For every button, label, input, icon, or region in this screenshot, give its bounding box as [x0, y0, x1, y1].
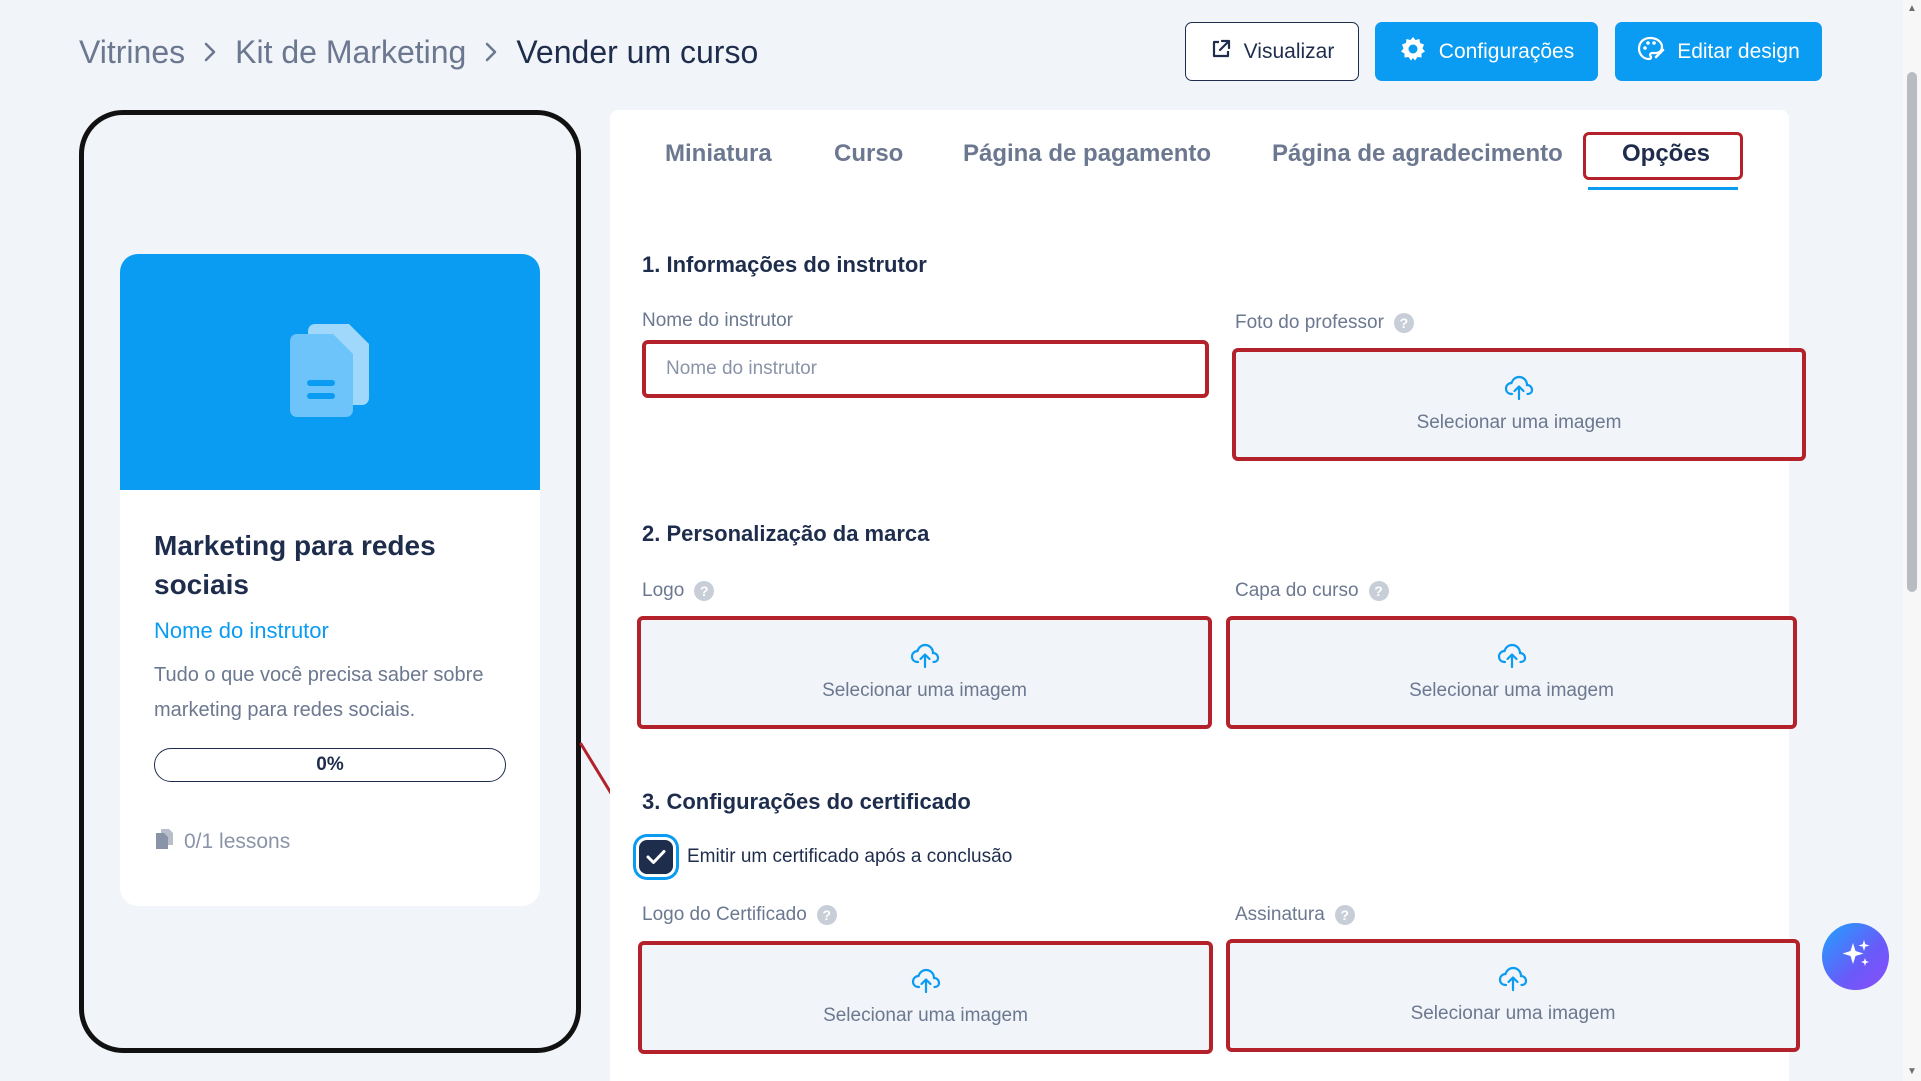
scrollbar-thumb[interactable] — [1907, 72, 1917, 592]
upload-cloud-icon — [910, 643, 940, 674]
upload-label: Selecionar uma imagem — [823, 1005, 1028, 1026]
issue-certificate-label: Emitir um certificado após a conclusão — [687, 846, 1013, 867]
course-cover-label: Capa do curso ? — [1235, 580, 1389, 602]
issue-certificate-row[interactable]: Emitir um certificado após a conclusão — [639, 840, 1012, 874]
section-title-instructor: 1. Informações do instrutor — [642, 252, 927, 277]
scrollbar[interactable]: ▲ ▼ — [1903, 0, 1921, 1081]
upload-cloud-icon — [1498, 966, 1528, 997]
lessons-label: 0/1 lessons — [184, 830, 291, 853]
document-icon — [287, 320, 373, 425]
teacher-photo-label: Foto do professor ? — [1235, 312, 1414, 334]
help-icon[interactable]: ? — [1368, 581, 1389, 601]
check-icon — [646, 850, 666, 864]
tab-pagina-pagamento[interactable]: Página de pagamento — [963, 140, 1211, 168]
signature-label: Assinatura ? — [1235, 904, 1355, 926]
logo-upload[interactable]: Selecionar uma imagem — [637, 616, 1212, 729]
progress-label: 0% — [316, 754, 344, 775]
upload-cloud-icon — [1497, 643, 1527, 674]
tab-pagina-agradecimento[interactable]: Página de agradecimento — [1272, 140, 1563, 168]
help-icon[interactable]: ? — [1393, 313, 1414, 333]
course-cover-label-text: Capa do curso — [1235, 580, 1359, 601]
course-cover — [120, 254, 540, 490]
certificate-logo-dropzone[interactable]: Selecionar uma imagem — [638, 941, 1213, 1054]
scroll-down-icon[interactable]: ▼ — [1906, 1066, 1918, 1078]
certificate-logo-label: Logo do Certificado ? — [642, 904, 837, 926]
active-tab-indicator — [1588, 187, 1738, 190]
preview-button[interactable]: Visualizar — [1185, 22, 1359, 81]
instructor-name: Nome do instrutor — [154, 618, 329, 643]
chevron-right-icon — [203, 41, 217, 63]
instructor-name-input[interactable] — [642, 340, 1209, 398]
course-cover-upload[interactable]: Selecionar uma imagem — [1226, 616, 1797, 729]
external-link-icon — [1210, 38, 1232, 66]
edit-design-button-label: Editar design — [1677, 39, 1800, 63]
edit-design-button[interactable]: Editar design — [1615, 22, 1822, 81]
logo-label-text: Logo — [642, 580, 685, 601]
logo-label: Logo ? — [642, 580, 715, 602]
course-description: Tudo o que você precisa saber sobre mark… — [154, 664, 484, 721]
breadcrumb-item-vitrines[interactable]: Vitrines — [79, 34, 185, 71]
upload-label: Selecionar uma imagem — [822, 680, 1027, 701]
gear-icon — [1399, 35, 1427, 69]
page-title: Vender um curso — [516, 33, 759, 70]
tab-curso[interactable]: Curso — [834, 140, 903, 168]
tab-bar: Miniatura Curso Página de pagamento Pági… — [610, 110, 1789, 190]
upload-label: Selecionar uma imagem — [1416, 412, 1622, 433]
settings-button[interactable]: Configurações — [1375, 22, 1598, 81]
certificate-logo-label-text: Logo do Certificado — [642, 904, 807, 925]
instructor-name-label: Nome do instrutor — [642, 310, 793, 332]
progress-bar: 0% — [154, 748, 506, 782]
document-icon — [154, 828, 174, 856]
teacher-photo-upload[interactable]: Selecionar uma imagem — [1232, 348, 1806, 461]
upload-cloud-icon — [1504, 375, 1534, 406]
scroll-up-icon[interactable]: ▲ — [1906, 3, 1918, 15]
palette-icon — [1637, 35, 1665, 69]
section-title-branding: 2. Personalização da marca — [642, 521, 930, 546]
sparkle-icon — [1839, 937, 1873, 976]
upload-label: Selecionar uma imagem — [1410, 1003, 1616, 1024]
issue-certificate-checkbox[interactable] — [639, 840, 673, 874]
help-icon[interactable]: ? — [816, 905, 837, 925]
signature-label-text: Assinatura — [1235, 904, 1325, 925]
signature-upload[interactable]: Selecionar uma imagem — [1226, 939, 1800, 1052]
course-card-preview: Marketing para redes sociais Nome do ins… — [120, 254, 540, 906]
lessons-count: 0/1 lessons — [154, 828, 507, 856]
section-title-certificate: 3. Configurações do certificado — [642, 789, 971, 814]
settings-panel: Miniatura Curso Página de pagamento Pági… — [610, 110, 1806, 1081]
chevron-right-icon — [484, 41, 498, 63]
course-title: Marketing para redes sociais — [154, 530, 436, 600]
tab-highlight-box — [1583, 132, 1743, 180]
ai-assistant-button[interactable] — [1822, 923, 1889, 990]
settings-button-label: Configurações — [1438, 39, 1575, 63]
upload-label: Selecionar uma imagem — [1409, 680, 1614, 701]
breadcrumb-item-kit[interactable]: Kit de Marketing — [235, 34, 466, 71]
help-icon[interactable]: ? — [694, 581, 715, 601]
breadcrumb: Vitrines Kit de Marketing Vender um curs… — [79, 30, 758, 74]
teacher-photo-label-text: Foto do professor — [1235, 312, 1384, 333]
upload-cloud-icon — [911, 968, 941, 999]
help-icon[interactable]: ? — [1334, 905, 1355, 925]
instructor-name-label-text: Nome do instrutor — [642, 310, 794, 331]
preview-button-label: Visualizar — [1243, 39, 1335, 63]
tab-miniatura[interactable]: Miniatura — [665, 140, 772, 168]
